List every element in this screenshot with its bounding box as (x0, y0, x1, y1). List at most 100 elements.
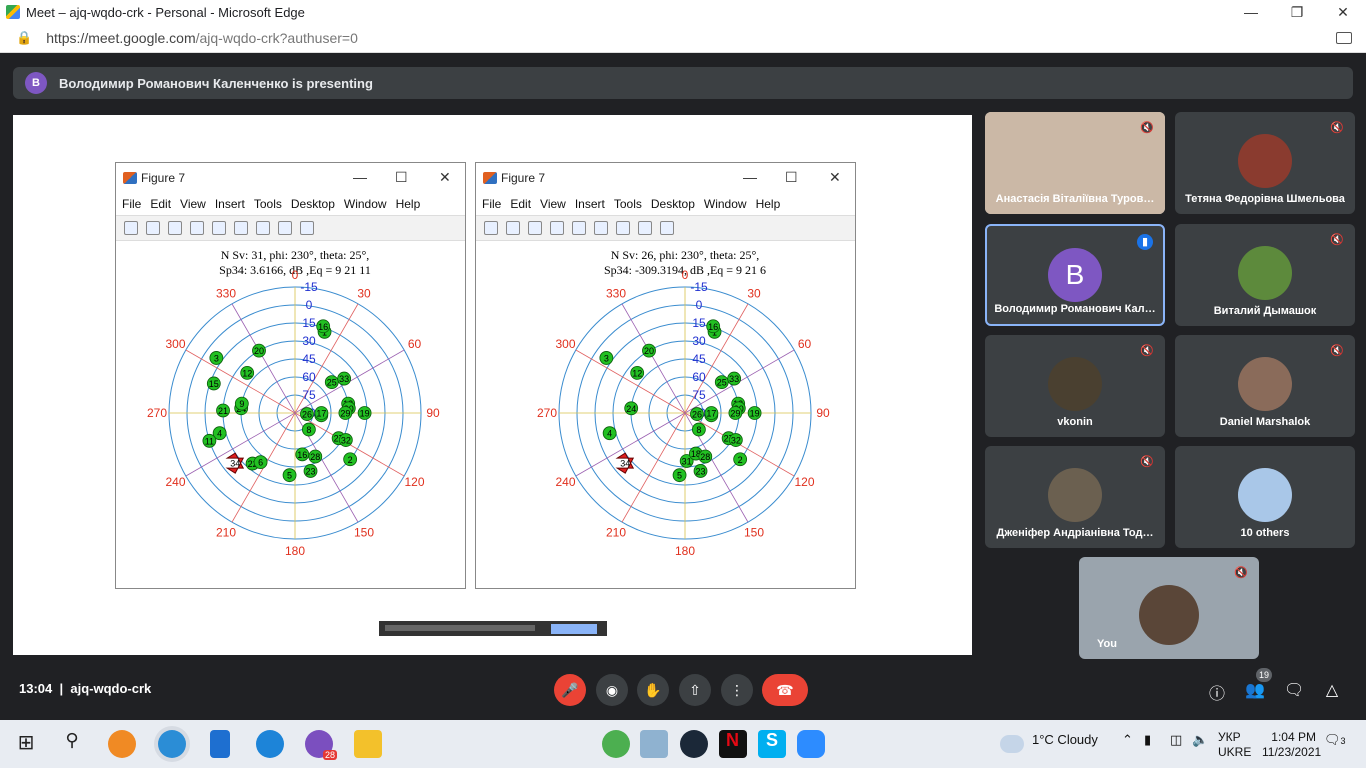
activities-icon[interactable]: △ (1322, 680, 1342, 700)
link-icon[interactable] (572, 221, 586, 235)
self-view-tile[interactable]: 🔇 You (1079, 557, 1259, 659)
more-options-button[interactable]: ⋮ (721, 674, 753, 706)
network-app-icon[interactable] (256, 730, 284, 758)
elevation-tick-label: 15 (692, 316, 706, 330)
colorbar-icon[interactable] (234, 221, 248, 235)
menu-view[interactable]: View (180, 197, 206, 211)
minimize-icon[interactable]: — (1228, 4, 1274, 20)
open-file-icon[interactable] (506, 221, 520, 235)
participant-tile[interactable]: В ▮ Володимир Романович Кал… (985, 224, 1165, 326)
network-icon[interactable]: ◫ (1170, 732, 1182, 748)
menu-desktop[interactable]: Desktop (651, 197, 695, 211)
menu-help[interactable]: Help (396, 197, 421, 211)
minimize-icon[interactable]: — (353, 169, 367, 185)
maximize-icon[interactable]: ☐ (395, 169, 408, 186)
presenter-avatar: В (25, 72, 47, 94)
edge-icon[interactable] (158, 730, 186, 758)
word-icon[interactable] (210, 730, 230, 758)
menu-file[interactable]: File (482, 197, 501, 211)
snackbar-text (385, 625, 535, 631)
start-icon[interactable]: ⊞ (12, 730, 40, 758)
legend-icon[interactable] (256, 221, 270, 235)
menu-edit[interactable]: Edit (510, 197, 531, 211)
people-icon[interactable]: 👥 (1245, 680, 1265, 700)
open-file-icon[interactable] (146, 221, 160, 235)
new-file-icon[interactable] (484, 221, 498, 235)
link-icon[interactable] (212, 221, 226, 235)
save-icon[interactable] (168, 221, 182, 235)
satellite-label: 21 (218, 406, 228, 416)
chevron-up-icon[interactable]: ⌃ (1122, 732, 1133, 748)
menu-tools[interactable]: Tools (614, 197, 642, 211)
maximize-icon[interactable]: ☐ (785, 169, 798, 186)
search-icon[interactable]: ⚲ (58, 730, 86, 758)
participant-tile[interactable]: 10 others (1175, 446, 1355, 548)
raise-hand-button[interactable]: ✋ (637, 674, 669, 706)
language-indicator[interactable]: УКР UKRE (1218, 730, 1251, 760)
menu-insert[interactable]: Insert (215, 197, 245, 211)
property-icon[interactable] (660, 221, 674, 235)
zoom-icon[interactable] (797, 730, 825, 758)
firefox-icon[interactable] (108, 730, 136, 758)
menu-view[interactable]: View (540, 197, 566, 211)
netflix-icon[interactable]: N (719, 730, 747, 758)
participant-tile[interactable]: 🔇 Виталий Дымашок (1175, 224, 1355, 326)
menu-file[interactable]: File (122, 197, 141, 211)
close-icon[interactable]: ✕ (829, 169, 841, 186)
address-bar[interactable]: 🔒 https://meet.google.com/ajq-wqdo-crk?a… (0, 24, 1366, 53)
menu-window[interactable]: Window (344, 197, 387, 211)
satellite-label: 25 (327, 378, 337, 388)
elevation-tick-label: 75 (692, 388, 706, 402)
participant-tile[interactable]: 🔇 Тетяна Федорівна Шмельова (1175, 112, 1355, 214)
volume-icon[interactable]: 🔈 (1192, 732, 1208, 748)
menu-tools[interactable]: Tools (254, 197, 282, 211)
battery-icon[interactable]: ▮ (1144, 732, 1151, 748)
participant-tile[interactable]: 🔇 vkonin (985, 335, 1165, 437)
mic-toggle-button[interactable]: 🎤 (554, 674, 586, 706)
chat-icon[interactable]: 🗨 (1284, 680, 1304, 700)
snackbar-action-button[interactable] (551, 623, 597, 634)
participant-tile[interactable]: 🔇 Дженіфер Андріанівна Тод… (985, 446, 1165, 548)
print-icon[interactable] (550, 221, 564, 235)
azimuth-tick-label: 120 (794, 475, 814, 489)
participant-name: Daniel Marshalok (1219, 416, 1311, 428)
save-icon[interactable] (528, 221, 542, 235)
weather-text[interactable]: 1°C Cloudy (1032, 732, 1098, 747)
clock[interactable]: 1:04 PM 11/23/2021 (1262, 730, 1321, 760)
camera-toggle-button[interactable]: ◉ (596, 674, 628, 706)
leave-call-button[interactable]: ☎ (762, 674, 808, 706)
url-text[interactable]: https://meet.google.com/ajq-wqdo-crk?aut… (46, 30, 1336, 46)
info-icon[interactable]: ⓘ (1207, 680, 1227, 704)
azimuth-tick-label: 90 (426, 406, 440, 420)
file-explorer-icon[interactable] (354, 730, 382, 758)
menu-help[interactable]: Help (756, 197, 781, 211)
menu-edit[interactable]: Edit (150, 197, 171, 211)
pointer-icon[interactable] (638, 221, 652, 235)
screen-share-snackbar (379, 621, 607, 636)
sidebar-toggle-icon[interactable] (1336, 32, 1352, 44)
satellite-label: 32 (731, 436, 741, 446)
menu-insert[interactable]: Insert (575, 197, 605, 211)
skype-icon[interactable]: S (758, 730, 786, 758)
present-button[interactable]: ⇧ (679, 674, 711, 706)
app-icon[interactable] (640, 730, 668, 758)
colorbar-icon[interactable] (594, 221, 608, 235)
menu-window[interactable]: Window (704, 197, 747, 211)
property-icon[interactable] (300, 221, 314, 235)
legend-icon[interactable] (616, 221, 630, 235)
new-file-icon[interactable] (124, 221, 138, 235)
viber-icon[interactable]: 28 (305, 730, 337, 760)
chart-title-line1: N Sv: 31, phi: 230°, theta: 25°, (221, 248, 370, 262)
close-icon[interactable]: ✕ (439, 169, 451, 186)
menu-desktop[interactable]: Desktop (291, 197, 335, 211)
utorrent-icon[interactable] (602, 730, 630, 758)
steam-icon[interactable] (680, 730, 708, 758)
notification-icon[interactable]: 🗨3 (1324, 732, 1346, 748)
close-icon[interactable]: ✕ (1320, 4, 1366, 21)
pointer-icon[interactable] (278, 221, 292, 235)
restore-icon[interactable]: ❐ (1274, 4, 1320, 21)
minimize-icon[interactable]: — (743, 169, 757, 185)
participant-tile[interactable]: 🔇 Анастасія Віталіївна Туров… (985, 112, 1165, 214)
participant-tile[interactable]: 🔇 Daniel Marshalok (1175, 335, 1355, 437)
print-icon[interactable] (190, 221, 204, 235)
